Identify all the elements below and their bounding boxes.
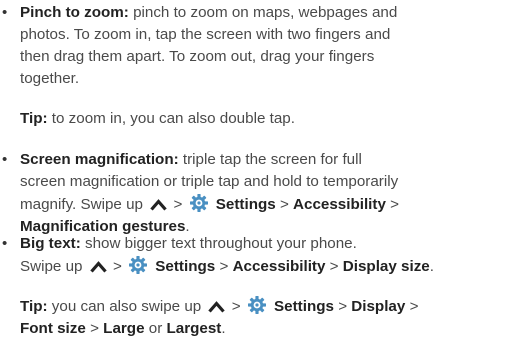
magnification-text: Screen magnification: triple tap the scr… <box>20 149 500 238</box>
big-text-line-1: show bigger text throughout your phone. <box>80 235 357 252</box>
pinch-term: Pinch to zoom: <box>20 4 129 21</box>
bullet: • <box>2 151 8 168</box>
bullet: • <box>2 4 8 21</box>
display-size-link: Display size <box>342 258 430 275</box>
gt-separator: > <box>409 298 419 315</box>
screen-magnification-item: • Screen magnification: triple tap the s… <box>0 149 500 238</box>
tip-text: to zoom in, you can also double tap. <box>47 110 295 127</box>
chevron-up-icon <box>150 199 167 211</box>
settings-gear-icon <box>189 194 208 212</box>
pinch-line-3: then drag them apart. To zoom out, drag … <box>20 48 375 65</box>
bullet: • <box>2 235 8 252</box>
or-text: or <box>144 320 167 337</box>
help-page: • Pinch to zoom: pinch to zoom on maps, … <box>0 0 505 342</box>
font-size-link: Font size <box>20 320 86 337</box>
tip-label: Tip: <box>20 298 48 315</box>
gt-separator: > <box>329 258 339 275</box>
settings-gear-icon <box>129 256 148 274</box>
gt-separator: > <box>112 258 122 275</box>
pinch-line-4: together. <box>20 70 80 87</box>
gt-separator: > <box>173 196 183 213</box>
accessibility-link: Accessibility <box>293 196 386 213</box>
settings-link: Settings <box>274 298 334 315</box>
period: . <box>221 320 226 337</box>
period: . <box>429 258 434 275</box>
big-text-term: Big text: <box>20 235 81 252</box>
display-link: Display <box>351 298 406 315</box>
swipe-up-text: Swipe up <box>20 258 83 275</box>
gt-separator: > <box>338 298 348 315</box>
magnification-line-3: magnify. Swipe up <box>20 196 143 213</box>
tip-text: you can also swipe up <box>47 298 202 315</box>
pinch-to-zoom-text: Pinch to zoom: pinch to zoom on maps, we… <box>20 2 500 90</box>
magnification-line-2: screen magnification or triple tap and h… <box>20 173 399 190</box>
settings-link: Settings <box>155 258 216 275</box>
pinch-to-zoom-item: • Pinch to zoom: pinch to zoom on maps, … <box>0 2 500 90</box>
gt-separator: > <box>231 298 241 315</box>
gt-separator: > <box>279 196 289 213</box>
magnification-term: Screen magnification: <box>20 151 179 168</box>
chevron-up-icon <box>208 301 226 313</box>
big-text-text: Big text: show bigger text throughout yo… <box>20 233 500 278</box>
tip-font-size: Tip: you can also swipe up > Settings > … <box>20 295 500 340</box>
gt-separator: > <box>90 320 99 337</box>
settings-gear-icon <box>247 296 266 314</box>
tip-label: Tip: <box>20 110 48 127</box>
tip-double-tap: Tip: to zoom in, you can also double tap… <box>20 108 500 130</box>
gt-separator: > <box>390 196 400 213</box>
pinch-line-2: photos. To zoom in, tap the screen with … <box>20 26 391 43</box>
accessibility-link: Accessibility <box>232 258 326 275</box>
gt-separator: > <box>219 258 229 275</box>
magnification-line-1: triple tap the screen for full <box>178 151 362 168</box>
settings-link: Settings <box>215 196 276 213</box>
largest-option: Largest <box>166 320 222 337</box>
chevron-up-icon <box>90 261 107 273</box>
pinch-line-1: pinch to zoom on maps, webpages and <box>128 4 398 21</box>
large-option: Large <box>103 320 145 337</box>
big-text-item: • Big text: show bigger text throughout … <box>0 233 500 278</box>
